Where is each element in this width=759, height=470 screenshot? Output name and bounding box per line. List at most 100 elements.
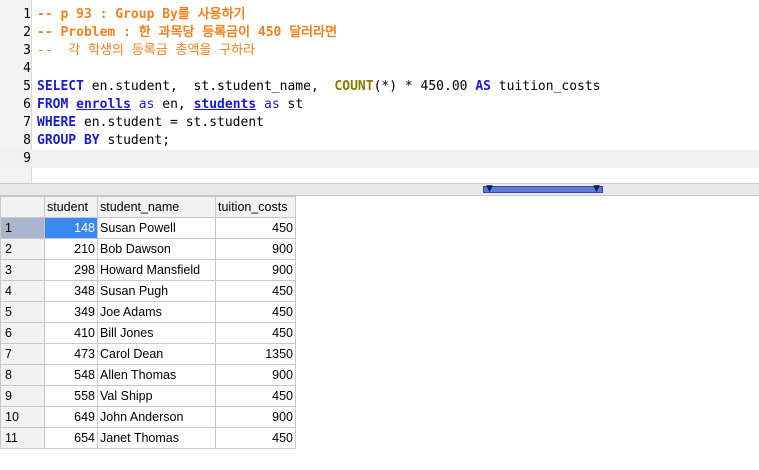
line-number: 1: [23, 7, 31, 22]
row-header[interactable]: 5: [0, 301, 45, 323]
line-number: 3: [23, 43, 31, 58]
cell-tuition-costs[interactable]: 900: [215, 259, 296, 281]
splitter-handle[interactable]: ▼ ▼: [483, 183, 603, 195]
cell-student-name[interactable]: Howard Mansfield: [97, 259, 216, 281]
cell-tuition-costs[interactable]: 900: [215, 238, 296, 260]
row-header[interactable]: 1: [0, 217, 45, 239]
cell-tuition-costs[interactable]: 450: [215, 385, 296, 407]
table-row[interactable]: 2 210 Bob Dawson 900: [0, 238, 296, 260]
cell-tuition-costs[interactable]: 1350: [215, 343, 296, 365]
table-row[interactable]: 3 298 Howard Mansfield 900: [0, 259, 296, 281]
cell-student[interactable]: 649: [44, 406, 98, 428]
code-line[interactable]: 4: [0, 60, 759, 78]
grid-corner[interactable]: [0, 196, 45, 218]
table-row[interactable]: 1 148 Susan Powell 450: [0, 217, 296, 239]
results-grid[interactable]: student student_name tuition_costs 1 148 S…: [0, 196, 759, 470]
row-header[interactable]: 10: [0, 406, 45, 428]
code-text[interactable]: -- Problem : 한 과목당 등록금이 450 달러라면: [37, 24, 337, 42]
code-token: -- p 93 : Group By를 사용하기: [37, 7, 246, 22]
code-text[interactable]: WHERE en.student = st.student: [37, 114, 264, 132]
code-token: students: [193, 97, 257, 112]
cell-tuition-costs[interactable]: 900: [215, 406, 296, 428]
cell-student[interactable]: 210: [44, 238, 98, 260]
cell-student[interactable]: 348: [44, 280, 98, 302]
code-token: SELECT: [37, 79, 84, 94]
cell-tuition-costs[interactable]: 450: [215, 301, 296, 323]
cell-student-name[interactable]: Joe Adams: [97, 301, 216, 323]
cell-student-name[interactable]: Bill Jones: [97, 322, 216, 344]
collapse-up-icon[interactable]: ▼: [486, 183, 493, 195]
code-text[interactable]: -- p 93 : Group By를 사용하기: [37, 6, 246, 24]
code-text[interactable]: FROM enrolls as en, students as st: [37, 96, 303, 114]
cell-student-name[interactable]: John Anderson: [97, 406, 216, 428]
cell-student-name[interactable]: Susan Powell: [97, 217, 216, 239]
code-line[interactable]: 7 WHERE en.student = st.student: [0, 114, 759, 132]
cell-student[interactable]: 148: [44, 217, 98, 239]
cell-student-name[interactable]: Val Shipp: [97, 385, 216, 407]
cell-student[interactable]: 558: [44, 385, 98, 407]
pane-splitter[interactable]: ▼ ▼: [0, 183, 759, 196]
row-header[interactable]: 9: [0, 385, 45, 407]
cell-student-name[interactable]: Bob Dawson: [97, 238, 216, 260]
row-header[interactable]: 6: [0, 322, 45, 344]
column-header-student[interactable]: student: [44, 196, 98, 218]
line-number: 4: [23, 61, 31, 76]
code-token: student;: [99, 133, 171, 148]
row-header[interactable]: 2: [0, 238, 45, 260]
collapse-down-icon[interactable]: ▼: [593, 183, 600, 195]
cell-tuition-costs[interactable]: 450: [215, 280, 296, 302]
column-header-student-name[interactable]: student_name: [97, 196, 216, 218]
code-token: enrolls: [76, 97, 131, 112]
line-number: 5: [23, 79, 31, 94]
column-header-tuition-costs[interactable]: tuition_costs: [215, 196, 296, 218]
table-row[interactable]: 6 410 Bill Jones 450: [0, 322, 296, 344]
table-row[interactable]: 11 654 Janet Thomas 450: [0, 427, 296, 449]
cell-student[interactable]: 410: [44, 322, 98, 344]
table-row[interactable]: 10 649 John Anderson 900: [0, 406, 296, 428]
cell-student[interactable]: 654: [44, 427, 98, 449]
code-token: tuition_costs: [490, 79, 601, 94]
cell-student[interactable]: 473: [44, 343, 98, 365]
cell-tuition-costs[interactable]: 450: [215, 322, 296, 344]
cell-student[interactable]: 349: [44, 301, 98, 323]
cell-tuition-costs[interactable]: 450: [215, 427, 296, 449]
code-text[interactable]: -- 각 학생의 등록금 총액을 구하라: [37, 42, 255, 60]
cell-student-name[interactable]: Carol Dean: [97, 343, 216, 365]
code-line[interactable]: 3 -- 각 학생의 등록금 총액을 구하라: [0, 42, 759, 60]
code-line[interactable]: 5 SELECT en.student, st.student_name, COU…: [0, 78, 759, 96]
sql-editor[interactable]: 1 -- p 93 : Group By를 사용하기 2 -- Problem : 한…: [0, 0, 759, 183]
row-header[interactable]: 8: [0, 364, 45, 386]
code-line[interactable]: 2 -- Problem : 한 과목당 등록금이 450 달러라면: [0, 24, 759, 42]
line-number: 7: [23, 115, 31, 130]
code-token: GROUP BY: [37, 133, 100, 148]
row-header[interactable]: 7: [0, 343, 45, 365]
row-header[interactable]: 4: [0, 280, 45, 302]
row-header[interactable]: 11: [0, 427, 45, 449]
cell-student-name[interactable]: Allen Thomas: [97, 364, 216, 386]
row-header[interactable]: 3: [0, 259, 45, 281]
table-row[interactable]: 7 473 Carol Dean 1350: [0, 343, 296, 365]
code-token: as: [138, 97, 155, 112]
code-text[interactable]: SELECT en.student, st.student_name, COUN…: [37, 78, 601, 96]
table-row[interactable]: 9 558 Val Shipp 450: [0, 385, 296, 407]
table-row[interactable]: 4 348 Susan Pugh 450: [0, 280, 296, 302]
cell-tuition-costs[interactable]: 900: [215, 364, 296, 386]
code-text[interactable]: GROUP BY student;: [37, 132, 170, 150]
code-token: (*) * 450.00: [373, 79, 476, 94]
code-line[interactable]: 9: [0, 150, 759, 168]
table-row[interactable]: 5 349 Joe Adams 450: [0, 301, 296, 323]
code-line[interactable]: 1 -- p 93 : Group By를 사용하기: [0, 6, 759, 24]
code-line[interactable]: 8 GROUP BY student;: [0, 132, 759, 150]
code-token: as: [264, 97, 280, 112]
cell-student[interactable]: 298: [44, 259, 98, 281]
code-line[interactable]: 6 FROM enrolls as en, students as st: [0, 96, 759, 114]
cell-tuition-costs[interactable]: 450: [215, 217, 296, 239]
code-token: en.student, st.student_name,: [83, 79, 335, 94]
cell-student-name[interactable]: Janet Thomas: [97, 427, 216, 449]
table-row[interactable]: 8 548 Allen Thomas 900: [0, 364, 296, 386]
cell-student[interactable]: 548: [44, 364, 98, 386]
cell-student-name[interactable]: Susan Pugh: [97, 280, 216, 302]
